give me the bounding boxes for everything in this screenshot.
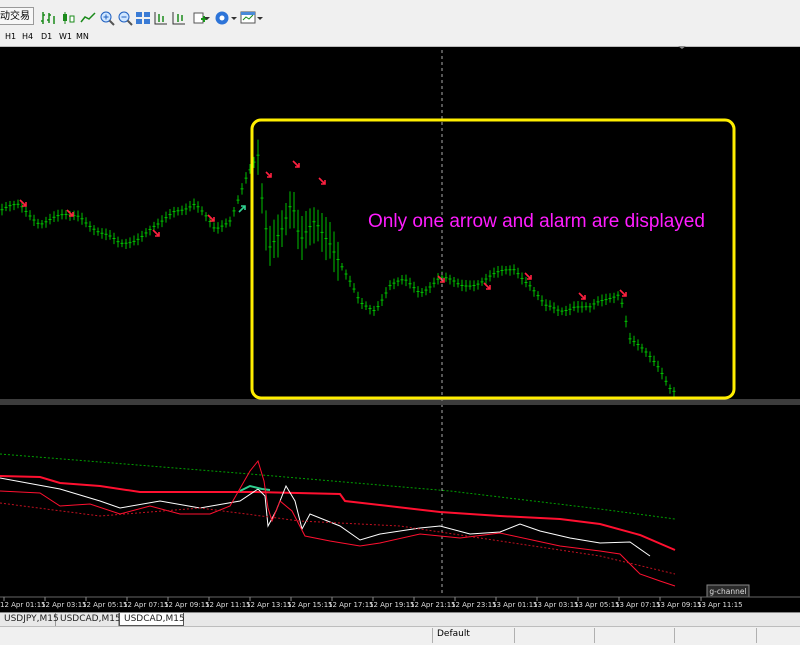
time-label: 13 Apr 03:15 (533, 601, 579, 609)
time-label: 13 Apr 07:15 (615, 601, 661, 609)
tab-usdjpy-m15[interactable]: USDJPY,M15 (0, 613, 59, 626)
time-label: 13 Apr 01:15 (492, 601, 538, 609)
sell-arrow-icon (207, 214, 215, 222)
templates-icon[interactable] (240, 10, 256, 26)
timeframe-h1[interactable]: H1 (5, 32, 16, 41)
chart-shift-marker (678, 46, 686, 49)
timeframe-bar: H1 H4 D1 W1 MN (0, 30, 800, 47)
time-label: 12 Apr 11:15 (205, 601, 251, 609)
indicator-label: g-channel (709, 587, 746, 596)
candlestick-icon[interactable] (60, 10, 76, 26)
chevron-down-icon[interactable] (230, 10, 238, 26)
sell-arrow-icon (152, 229, 160, 237)
toolbar: 动交易 (0, 0, 800, 31)
time-label: 12 Apr 09:15 (164, 601, 210, 609)
timeframe-d1[interactable]: D1 (41, 32, 52, 41)
sell-arrow-icon (265, 171, 272, 178)
line-chart-icon[interactable] (80, 10, 96, 26)
status-separator (756, 628, 757, 643)
time-label: 13 Apr 09:15 (656, 601, 702, 609)
status-separator (594, 628, 595, 643)
bar-chart-icon[interactable] (40, 10, 56, 26)
status-profile: Default (437, 629, 470, 639)
chart-tabs: USDJPY,M15 USDCAD,M15 USDCAD,M15 (0, 612, 800, 627)
time-label: 13 Apr 11:15 (697, 601, 743, 609)
sell-arrow-icon (19, 199, 27, 207)
tab-usdcad-m15-active[interactable]: USDCAD,M15 (119, 613, 185, 626)
zoom-in-icon[interactable] (99, 10, 115, 26)
tile-windows-icon[interactable] (135, 10, 151, 26)
status-bar: Default (0, 626, 800, 645)
autoscroll-icon[interactable] (171, 10, 187, 26)
time-label: 12 Apr 15:15 (287, 601, 333, 609)
sell-arrow-icon (292, 160, 300, 168)
chevron-down-icon[interactable] (256, 10, 264, 26)
chart-shift-icon[interactable] (153, 10, 169, 26)
buy-arrow-icon (238, 205, 246, 213)
price-candles (0, 139, 676, 398)
time-label: 12 Apr 21:15 (410, 601, 456, 609)
time-label: 12 Apr 05:15 (82, 601, 128, 609)
time-label: 12 Apr 19:15 (369, 601, 415, 609)
time-axis: 12 Apr 01:1512 Apr 03:1512 Apr 05:1512 A… (0, 597, 743, 609)
chevron-down-icon[interactable] (203, 10, 211, 26)
timeframe-w1[interactable]: W1 (59, 32, 72, 41)
tab-usdcad-m15[interactable]: USDCAD,M15 (56, 613, 121, 626)
sell-arrow-icon (619, 289, 627, 297)
sell-arrow-icon (318, 177, 326, 185)
time-label: 12 Apr 07:15 (123, 601, 169, 609)
timeframe-h4[interactable]: H4 (22, 32, 33, 41)
zoom-out-icon[interactable] (117, 10, 133, 26)
time-label: 13 Apr 05:15 (574, 601, 620, 609)
status-separator (432, 628, 433, 643)
annotation-text: Only one arrow and alarm are displayed (368, 211, 705, 232)
time-label: 12 Apr 13:15 (246, 601, 292, 609)
sell-arrow-icon (578, 292, 586, 300)
time-label: 12 Apr 17:15 (328, 601, 374, 609)
timeframe-mn[interactable]: MN (76, 32, 89, 41)
periods-icon[interactable] (214, 10, 230, 26)
subwindow-separator[interactable] (0, 401, 800, 405)
time-label: 12 Apr 23:15 (451, 601, 497, 609)
highlight-box (250, 118, 736, 400)
indicator-subwindow (0, 453, 676, 587)
auto-trading-button[interactable]: 动交易 (0, 7, 34, 25)
sell-arrow-icon (483, 282, 491, 290)
lower-signal-line (0, 459, 676, 587)
price-chart[interactable]: Only one arrow and alarm are displayed g… (0, 46, 800, 612)
chart-window[interactable]: Only one arrow and alarm are displayed g… (0, 46, 800, 612)
time-label: 12 Apr 03:15 (41, 601, 87, 609)
status-separator (674, 628, 675, 643)
time-label: 12 Apr 01:15 (0, 601, 46, 609)
status-separator (514, 628, 515, 643)
